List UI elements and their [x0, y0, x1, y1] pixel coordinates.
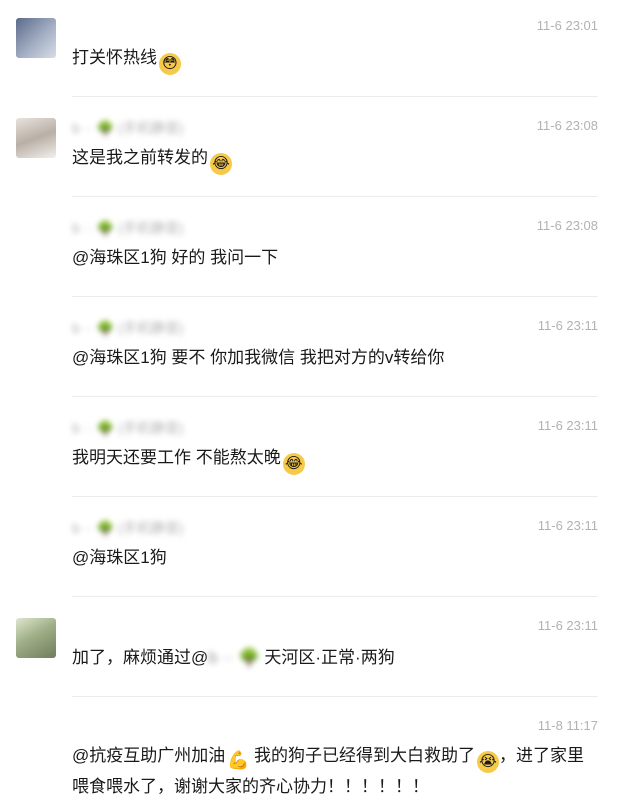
sender-name: b ·· 🌳 (手机静音) [72, 220, 184, 236]
mention-blurred[interactable]: b ·· 🌳 [208, 648, 259, 667]
avatar[interactable] [16, 618, 56, 658]
laughing-tears-emoji-icon: 😂 [210, 153, 232, 175]
laughing-tears-emoji-icon: 😂 [282, 453, 305, 475]
message-text: 加了，麻烦通过@b ·· 🌳 天河区·正常·两狗 [72, 648, 395, 667]
divider [72, 396, 598, 397]
divider [72, 496, 598, 497]
timestamp: 11-6 23:11 [537, 418, 598, 433]
crying-emoji-icon: 😭 [477, 751, 499, 773]
timestamp: 11-6 23:08 [536, 218, 598, 233]
divider [72, 596, 598, 597]
message-text: 这是我之前转发的 😂 [72, 144, 598, 175]
avatar[interactable] [16, 18, 56, 58]
timestamp: 11-6 23:08 [536, 118, 598, 133]
sender-name: b ·· 🌳 (手机静音) [72, 420, 184, 436]
divider [72, 196, 598, 197]
message-text: 打关怀热线 😳 [72, 44, 598, 75]
message-text: @抗疫互助广州加油 💪 我的狗子已经得到大白救助了 😭 ，进了家里喂食喂水了，谢谢大家… [72, 746, 584, 796]
sender-name: b ·· 🌳 (手机静音) [72, 520, 184, 536]
avatar[interactable] [16, 118, 56, 158]
sender-name: b ·· 🌳 (手机静音) [72, 320, 184, 336]
message-text: @海珠区1狗 [72, 548, 167, 567]
timestamp: 11-6 23:01 [536, 18, 598, 33]
divider [72, 96, 598, 97]
message-text: 我明天还要工作 不能熬太晚 😂 [72, 444, 598, 475]
muscle-emoji-icon: 💪 [227, 750, 250, 770]
message-text: @海珠区1狗 好的 我问一下 [72, 248, 279, 267]
divider [72, 296, 598, 297]
timestamp: 11-6 23:11 [537, 618, 598, 633]
divider [72, 696, 598, 697]
flushed-emoji-icon: 😳 [159, 53, 181, 75]
timestamp: 11-8 11:17 [537, 718, 598, 733]
message-text: @海珠区1狗 要不 你加我微信 我把对方的v转给你 [72, 348, 445, 367]
timestamp: 11-6 23:11 [537, 518, 598, 533]
sender-name: b ·· 🌳 (手机静音) [72, 120, 184, 136]
timestamp: 11-6 23:11 [537, 318, 598, 333]
